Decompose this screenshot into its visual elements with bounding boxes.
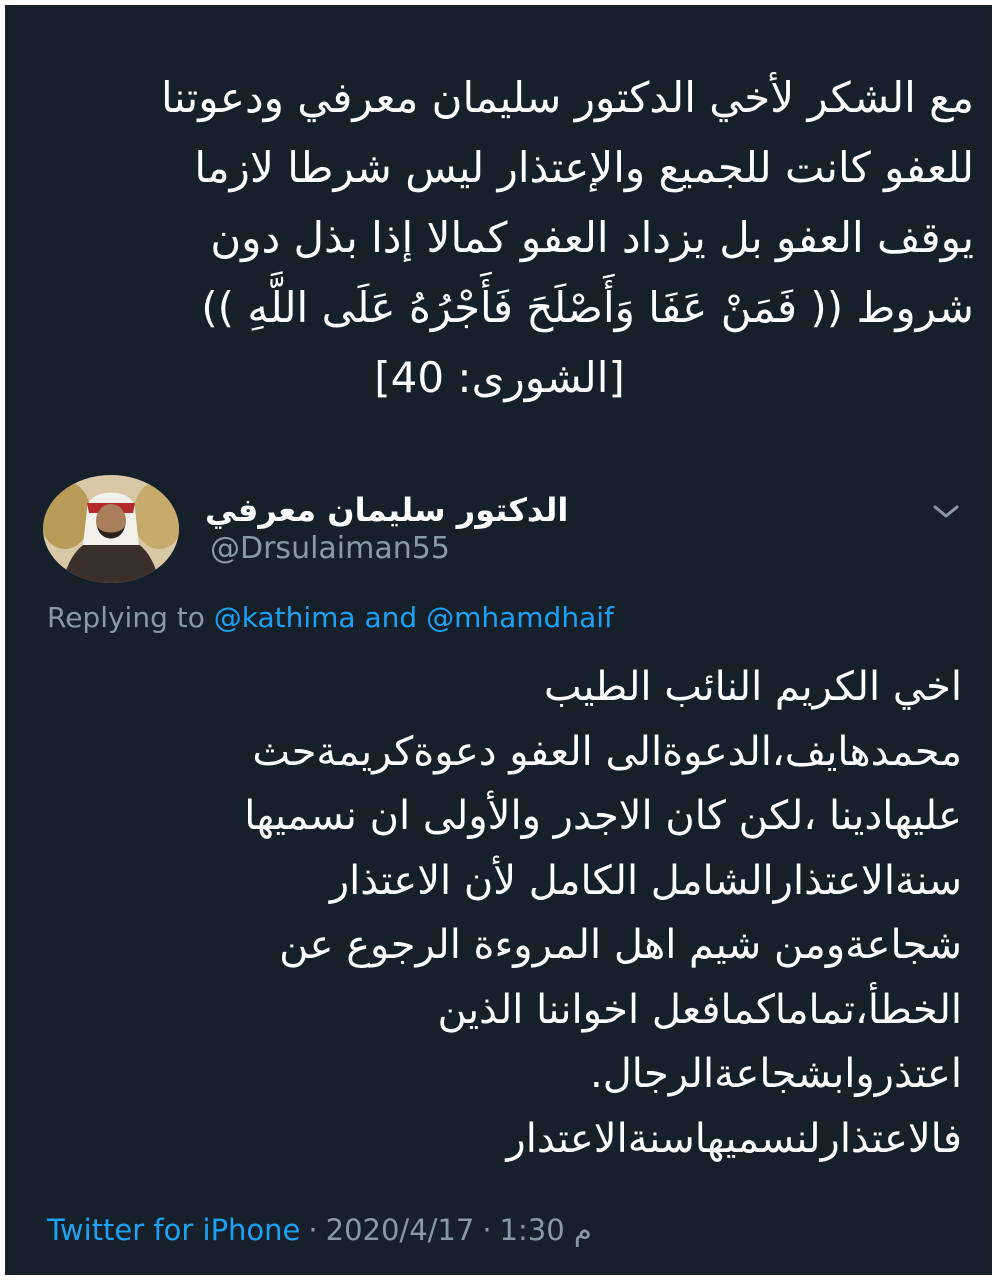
tweet-line: اخي الكريم النائب الطيب (544, 664, 962, 710)
tweet-line: عليهادينا ،لكن كان الاجدر والأولى ان نسم… (244, 793, 962, 839)
tweet-line: شجاعةومن شيم اهل المروءة الرجوع عن (279, 922, 962, 968)
quote-line: يوقف العفو بل يزداد العفو كمالا إذا بذل … (210, 213, 974, 262)
reply-and-label: and (364, 601, 418, 634)
meta-separator: · (308, 1213, 318, 1247)
chevron-down-icon[interactable] (929, 499, 963, 523)
tweet-line: محمدهايف،الدعوةالى العفو دعوةكريمةحث (252, 728, 962, 775)
reply-mention-mhamdhaif[interactable]: @mhamdhaif (426, 601, 614, 634)
tweet-meta: Twitter for iPhone · 2020/4/17 · 1:30 م (47, 1213, 592, 1247)
author-display-name[interactable]: الدكتور سليمان معرفي (205, 491, 568, 529)
quote-line: [الشورى: 40] (374, 353, 625, 402)
quote-line: للعفو كانت للجميع والإعتذار ليس شرطا لاز… (194, 143, 974, 192)
quote-line: شروط (( فَمَنْ عَفَا وَأَصْلَحَ فَأَجْرُ… (201, 283, 974, 332)
replying-to-label: Replying to (47, 601, 205, 634)
quote-tweet-text: مع الشكر لأخي الدكتور سليمان معرفي ودعوت… (25, 63, 974, 413)
author-handle[interactable]: @Drsulaiman55 (210, 531, 450, 566)
tweet-line: اعتذروابشجاعةالرجال. (590, 1051, 962, 1097)
reply-mention-kathima[interactable]: @kathima (214, 601, 356, 634)
tweet-date[interactable]: 2020/4/17 (326, 1213, 475, 1247)
tweet-body-text: اخي الكريم النائب الطيب محمدهايف،الدعوةا… (35, 655, 962, 1171)
tweet-line: سنةالاعتذارالشامل الكامل لأن الاعتذار (329, 857, 962, 904)
tweet-screenshot: مع الشكر لأخي الدكتور سليمان معرفي ودعوت… (5, 5, 992, 1275)
tweet-line: فالاعتذارلنسميهاسنةالاعتدار (506, 1115, 962, 1162)
tweet-source-link[interactable]: Twitter for iPhone (47, 1213, 300, 1247)
tweet-line: الخطأ،تماماكمافعل اخواننا الذين (437, 986, 962, 1033)
avatar[interactable] (43, 475, 179, 583)
meta-separator: · (482, 1213, 492, 1247)
quote-line: مع الشكر لأخي الدكتور سليمان معرفي ودعوت… (161, 73, 974, 122)
avatar-photo-icon (43, 475, 179, 583)
replying-to: Replying to @kathima and @mhamdhaif (47, 601, 614, 634)
tweet-time[interactable]: 1:30 م (500, 1213, 592, 1247)
